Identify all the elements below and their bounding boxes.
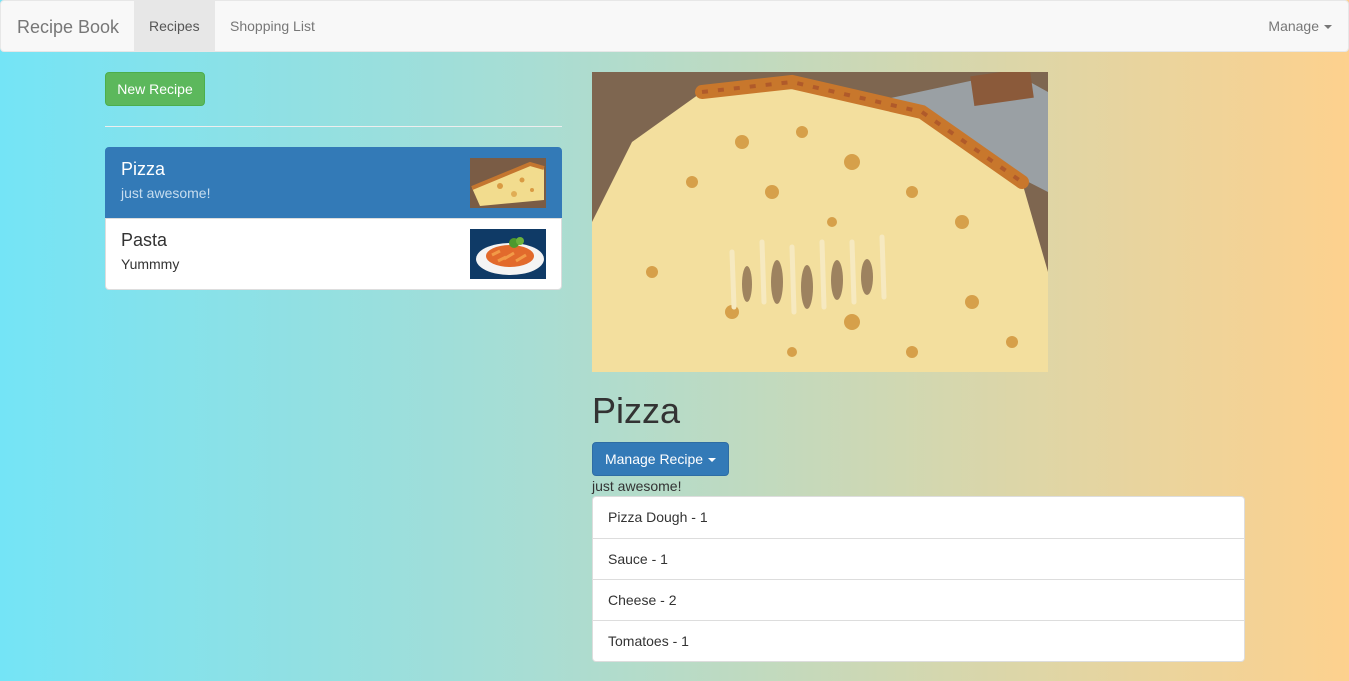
- manage-recipe-button[interactable]: Manage Recipe: [592, 442, 729, 476]
- manage-recipe-label: Manage Recipe: [604, 451, 704, 467]
- pizza-hero-image: [592, 72, 1048, 372]
- tab-shopping-list[interactable]: Shopping List: [215, 1, 330, 51]
- recipe-name: Pizza: [121, 159, 166, 179]
- recipe-description: just awesome!: [121, 185, 211, 201]
- recipe-description: just awesome!: [592, 478, 682, 494]
- caret-down-icon: [708, 458, 717, 463]
- recipe-title: Pizza: [592, 390, 681, 431]
- new-recipe-button[interactable]: New Recipe: [105, 72, 205, 106]
- recipe-list: Pizza just awesome! Pasta Yummmy: [105, 147, 562, 290]
- ingredient-item: Pizza Dough - 1: [608, 509, 708, 525]
- manage-label: Manage: [1268, 18, 1319, 34]
- pizza-thumbnail-image: [470, 158, 546, 208]
- brand-link[interactable]: Recipe Book: [17, 17, 119, 37]
- pasta-thumbnail-image: [470, 229, 546, 279]
- divider: [105, 126, 562, 127]
- recipe-item-pizza[interactable]: Pizza just awesome!: [105, 147, 562, 219]
- ingredient-item: Sauce - 1: [593, 538, 1244, 579]
- manage-dropdown[interactable]: Manage: [1268, 1, 1332, 51]
- recipe-item-pasta[interactable]: Pasta Yummmy: [105, 218, 562, 290]
- caret-down-icon: [1324, 25, 1332, 30]
- ingredient-item: Cheese - 2: [593, 579, 1244, 620]
- recipe-name: Pasta: [121, 230, 168, 250]
- recipe-description: Yummmy: [121, 256, 180, 272]
- tab-recipes[interactable]: Recipes: [134, 1, 215, 51]
- top-navbar: Recipe Book Recipes Shopping List Manage: [0, 0, 1349, 52]
- ingredient-item: Tomatoes - 1: [593, 620, 1244, 661]
- ingredient-list: Pizza Dough - 1 Sauce - 1 Cheese - 2 Tom…: [592, 496, 1245, 662]
